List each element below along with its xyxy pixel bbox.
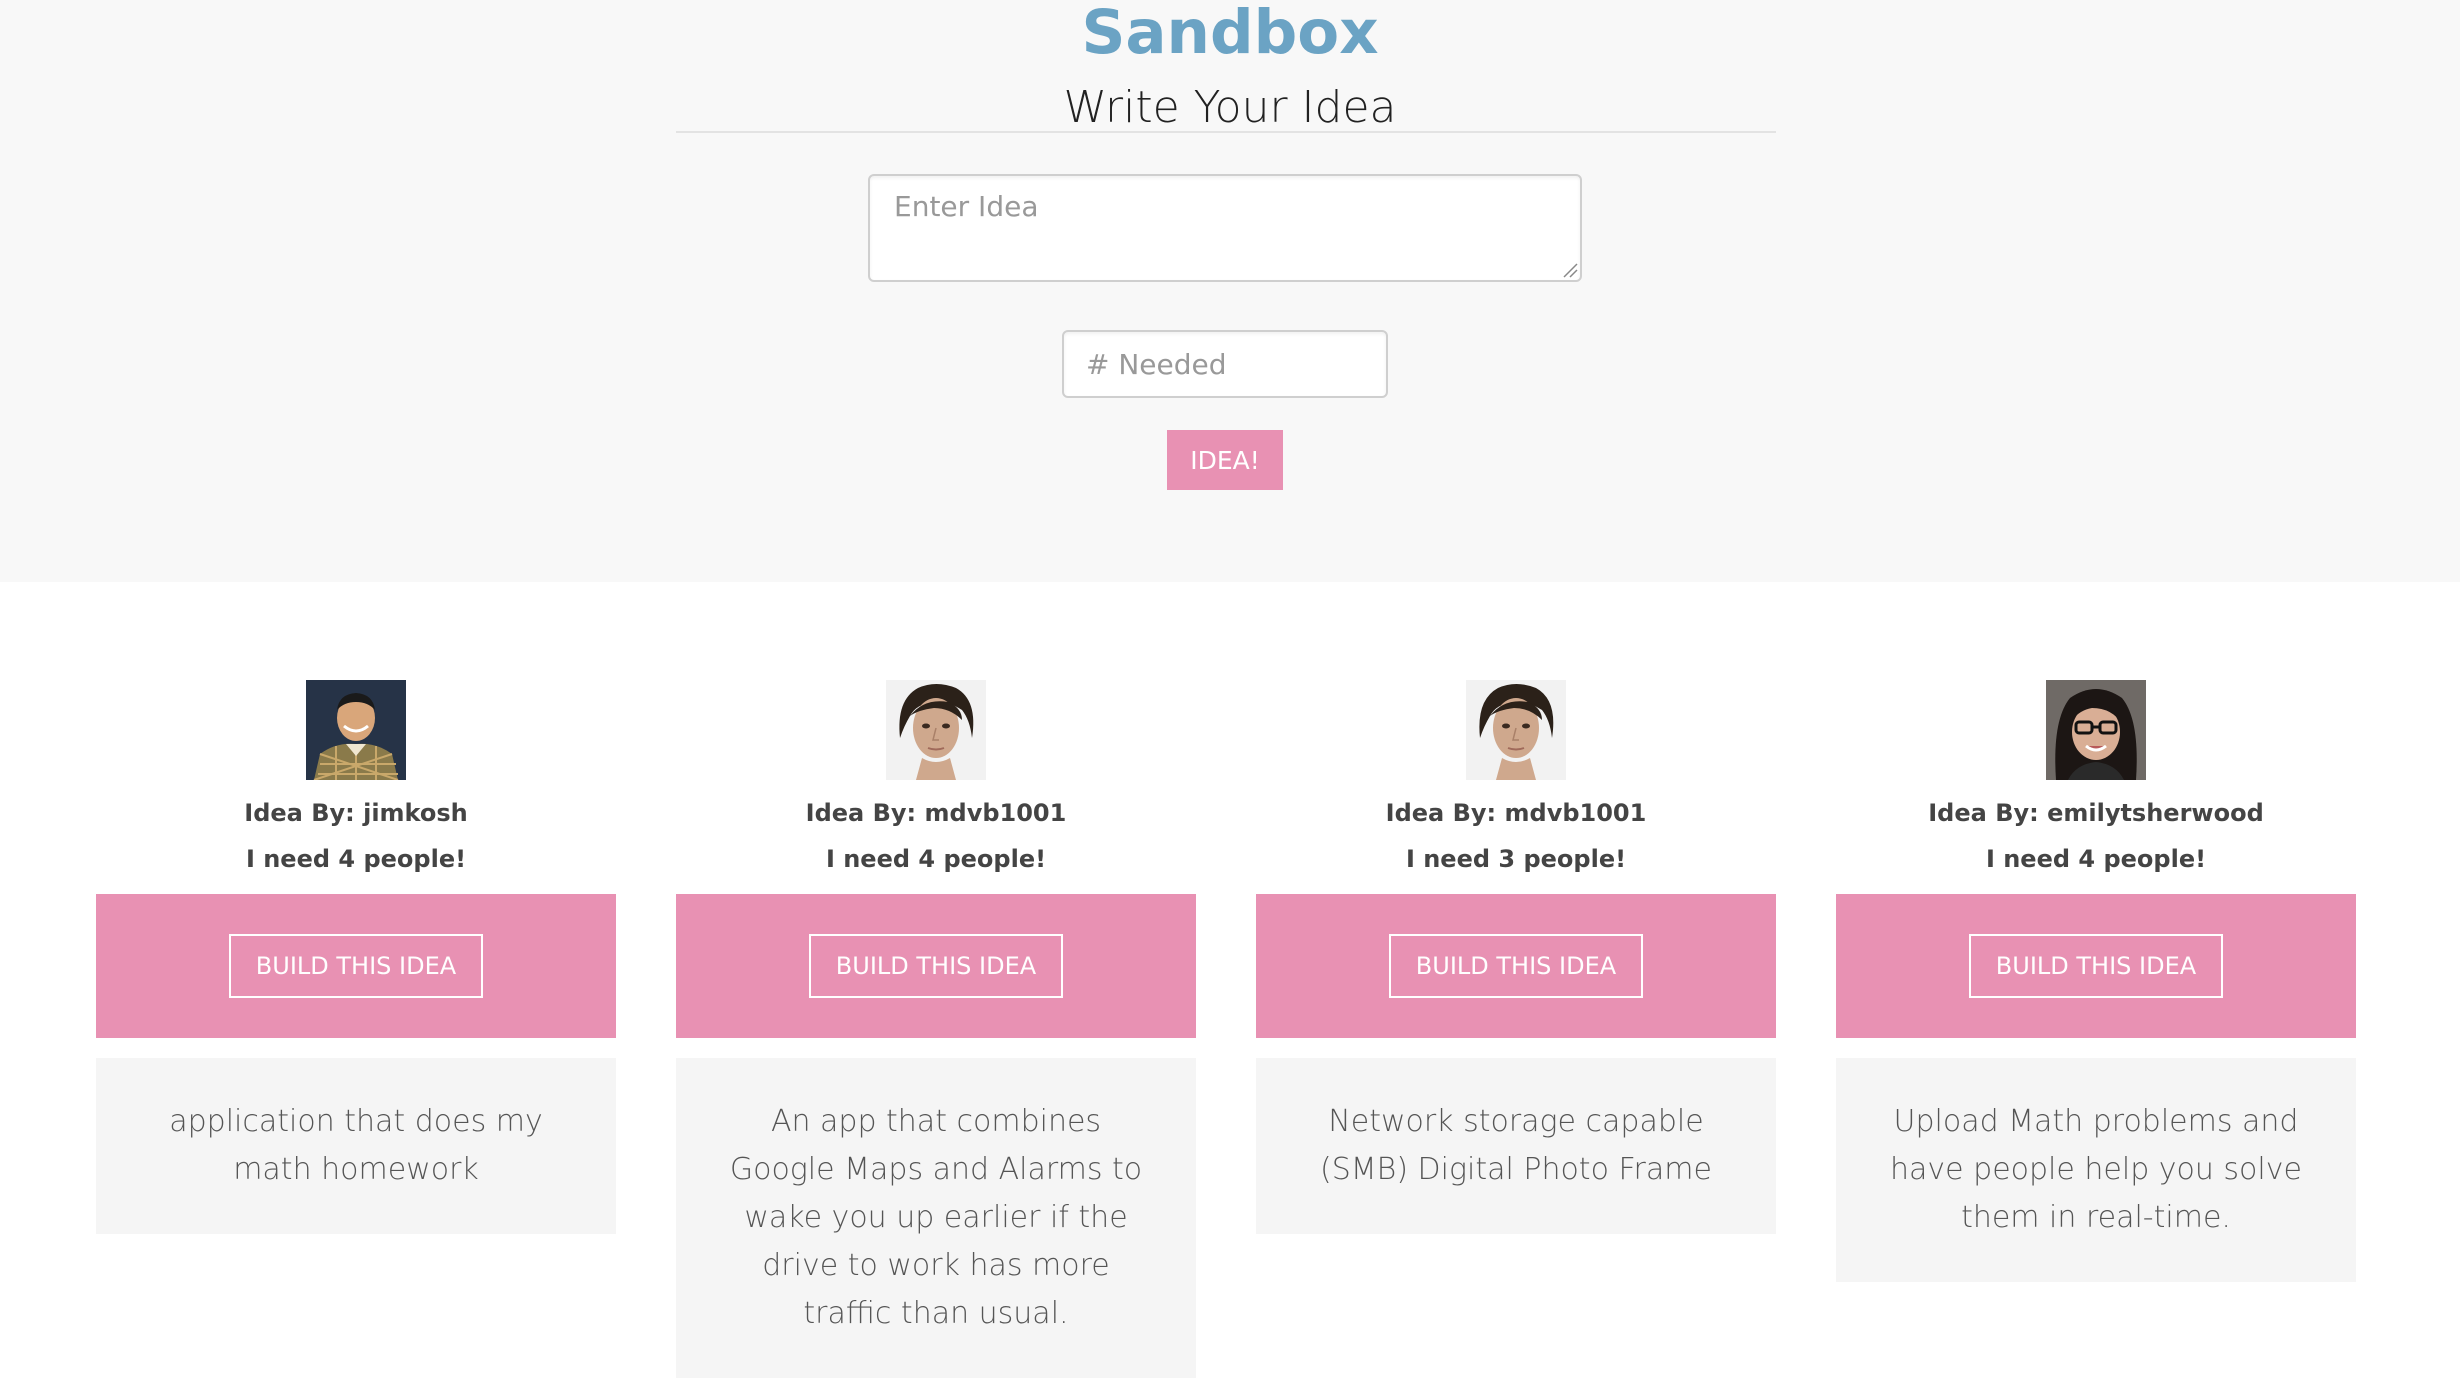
build-banner: BUILD THIS IDEA	[1256, 894, 1776, 1038]
idea-textarea[interactable]	[868, 174, 1582, 282]
user-photo-icon	[2046, 680, 2146, 780]
user-photo-icon	[1466, 680, 1566, 780]
build-this-idea-button[interactable]: BUILD THIS IDEA	[1969, 934, 2223, 998]
resize-grip-icon[interactable]	[1562, 262, 1578, 278]
people-needed-text: I need 4 people!	[1985, 845, 2207, 873]
idea-description: An app that combines Google Maps and Ala…	[676, 1058, 1196, 1378]
people-needed-text: I need 4 people!	[245, 845, 467, 873]
submit-idea-button[interactable]: IDEA!	[1167, 430, 1283, 490]
idea-description: Network storage capable (SMB) Digital Ph…	[1256, 1058, 1776, 1234]
idea-description: application that does my math homework	[96, 1058, 616, 1234]
idea-author: Idea By: jimkosh	[244, 799, 468, 827]
header-divider	[676, 131, 1776, 133]
idea-description: Upload Math problems and have people hel…	[1836, 1058, 2356, 1282]
user-photo-icon	[306, 680, 406, 780]
build-this-idea-button[interactable]: BUILD THIS IDEA	[229, 934, 483, 998]
people-needed-text: I need 4 people!	[825, 845, 1047, 873]
idea-form-section: Sandbox Write Your Idea IDEA!	[0, 0, 2460, 582]
user-photo-icon	[886, 680, 986, 780]
build-this-idea-button[interactable]: BUILD THIS IDEA	[809, 934, 1063, 998]
build-banner: BUILD THIS IDEA	[676, 894, 1196, 1038]
people-needed-text: I need 3 people!	[1405, 845, 1627, 873]
idea-author: Idea By: mdvb1001	[805, 799, 1067, 827]
people-needed-input[interactable]	[1062, 330, 1388, 398]
page-subtitle: Write Your Idea	[1063, 82, 1397, 133]
build-banner: BUILD THIS IDEA	[1836, 894, 2356, 1038]
build-this-idea-button[interactable]: BUILD THIS IDEA	[1389, 934, 1643, 998]
brand-title: Sandbox	[1081, 0, 1379, 68]
build-banner: BUILD THIS IDEA	[96, 894, 616, 1038]
idea-author: Idea By: emilytsherwood	[1928, 799, 2264, 827]
idea-author: Idea By: mdvb1001	[1385, 799, 1647, 827]
